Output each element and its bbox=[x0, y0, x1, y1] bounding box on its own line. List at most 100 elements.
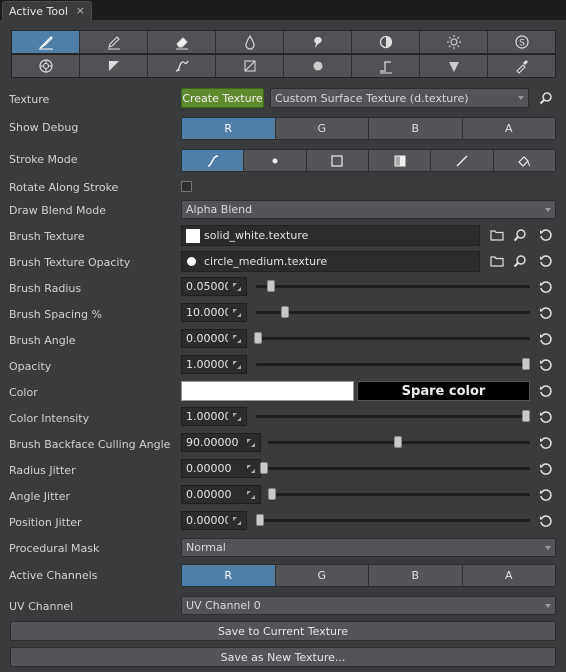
slider-value-field[interactable]: 0.00000 bbox=[181, 485, 261, 504]
show-debug-g[interactable]: G bbox=[275, 118, 369, 139]
texture-search-button[interactable] bbox=[538, 90, 554, 106]
slider-track[interactable] bbox=[256, 415, 530, 418]
primary-color-swatch[interactable] bbox=[181, 381, 354, 401]
slider-reset-button[interactable] bbox=[538, 461, 554, 477]
tool-eyedropper[interactable] bbox=[488, 55, 555, 77]
spinner-button[interactable] bbox=[242, 460, 260, 477]
brush-texture-opacity-field[interactable]: circle_medium.texture bbox=[181, 251, 480, 272]
slider-value-field[interactable]: 1.00000 bbox=[181, 407, 247, 426]
slider-track[interactable] bbox=[256, 311, 530, 314]
draw-blend-mode-dropdown[interactable]: Alpha Blend bbox=[181, 200, 556, 219]
stroke-mode-rect[interactable] bbox=[306, 150, 369, 171]
rotate-along-stroke-checkbox[interactable] bbox=[181, 181, 192, 192]
brush-texture-browse-button[interactable] bbox=[489, 227, 505, 243]
stroke-mode-fill[interactable] bbox=[368, 150, 432, 171]
slider-value-field[interactable]: 90.00000 bbox=[181, 433, 261, 452]
tool-curve[interactable] bbox=[148, 55, 216, 77]
tool-eraser[interactable] bbox=[148, 31, 216, 53]
tool-clone[interactable] bbox=[12, 55, 80, 77]
slider-track[interactable] bbox=[258, 519, 530, 522]
opacity-texture-reset-button[interactable] bbox=[538, 253, 554, 269]
tool-cone[interactable] bbox=[420, 55, 488, 77]
save-to-current-texture-button[interactable]: Save to Current Texture bbox=[10, 621, 556, 641]
channel-r[interactable]: R bbox=[182, 565, 276, 586]
opacity-texture-search-button[interactable] bbox=[512, 253, 528, 269]
slider-handle[interactable] bbox=[260, 462, 268, 474]
brush-texture-field[interactable]: solid_white.texture bbox=[181, 225, 480, 246]
spinner-button[interactable] bbox=[228, 330, 246, 347]
tool-blur[interactable] bbox=[216, 31, 284, 53]
slider-reset-button[interactable] bbox=[538, 487, 554, 503]
slider-value-field[interactable]: 0.00000 bbox=[181, 511, 247, 530]
tool-fill[interactable] bbox=[80, 55, 148, 77]
channel-b[interactable]: B bbox=[369, 565, 463, 586]
show-debug-r[interactable]: R bbox=[182, 118, 276, 139]
slider-value-field[interactable]: 0.05000 bbox=[181, 277, 247, 296]
slider-track[interactable] bbox=[262, 467, 530, 470]
tool-contrast[interactable] bbox=[352, 31, 420, 53]
stroke-mode-bucket[interactable] bbox=[493, 150, 555, 171]
tool-step[interactable] bbox=[352, 55, 420, 77]
tab-active-tool[interactable]: Active Tool × bbox=[2, 1, 92, 21]
slider-track[interactable] bbox=[256, 363, 530, 366]
tool-pencil[interactable] bbox=[80, 31, 148, 53]
stroke-mode-line[interactable] bbox=[431, 150, 494, 171]
tool-gradient[interactable] bbox=[216, 55, 284, 77]
slider-reset-button[interactable] bbox=[538, 513, 554, 529]
spinner-button[interactable] bbox=[242, 434, 260, 451]
spinner-button[interactable] bbox=[228, 304, 246, 321]
slider-reset-button[interactable] bbox=[538, 331, 554, 347]
stroke-mode-curve[interactable] bbox=[182, 150, 245, 171]
texture-dropdown[interactable]: Custom Surface Texture (d.texture) bbox=[270, 88, 529, 108]
slider-track[interactable] bbox=[256, 337, 530, 340]
slider-handle[interactable] bbox=[394, 436, 402, 448]
slider-value-field[interactable]: 1.00000 bbox=[181, 355, 247, 374]
tool-saturation[interactable]: S bbox=[488, 31, 555, 53]
slider-handle[interactable] bbox=[256, 514, 264, 526]
slider-reset-button[interactable] bbox=[538, 357, 554, 373]
uv-channel-dropdown[interactable]: UV Channel 0 bbox=[181, 596, 556, 615]
tool-smudge[interactable] bbox=[284, 31, 352, 53]
slider-handle[interactable] bbox=[254, 332, 262, 344]
spinner-button[interactable] bbox=[242, 486, 260, 503]
slider-handle[interactable] bbox=[522, 410, 530, 422]
stroke-mode-selector bbox=[181, 149, 556, 172]
tool-sphere[interactable] bbox=[284, 55, 352, 77]
stroke-mode-dot[interactable] bbox=[244, 150, 307, 171]
texture-label: Texture bbox=[9, 93, 50, 106]
opacity-texture-browse-button[interactable] bbox=[489, 253, 505, 269]
slider-handle[interactable] bbox=[268, 488, 276, 500]
slider-value-field[interactable]: 10.00000 bbox=[181, 303, 247, 322]
slider-reset-button[interactable] bbox=[538, 409, 554, 425]
slider-track[interactable] bbox=[270, 493, 530, 496]
channel-g[interactable]: G bbox=[275, 565, 369, 586]
spinner-button[interactable] bbox=[228, 278, 246, 295]
spinner-button[interactable] bbox=[228, 356, 246, 373]
brush-texture-reset-button[interactable] bbox=[538, 227, 554, 243]
save-as-new-texture-button[interactable]: Save as New Texture... bbox=[10, 647, 556, 667]
slider-reset-button[interactable] bbox=[538, 279, 554, 295]
create-texture-button[interactable]: Create Texture bbox=[181, 88, 264, 108]
show-debug-a[interactable]: A bbox=[462, 118, 555, 139]
slider-value-field[interactable]: 0.00000 bbox=[181, 459, 261, 478]
color-reset-button[interactable] bbox=[538, 383, 554, 399]
spinner-button[interactable] bbox=[228, 512, 246, 529]
spinner-button[interactable] bbox=[228, 408, 246, 425]
slider-handle[interactable] bbox=[522, 358, 530, 370]
tool-brightness[interactable] bbox=[420, 31, 488, 53]
slider-reset-button[interactable] bbox=[538, 435, 554, 451]
spare-color-swatch[interactable]: Spare color bbox=[357, 381, 530, 401]
slider-handle[interactable] bbox=[267, 280, 276, 292]
tab-close-icon[interactable]: × bbox=[76, 4, 85, 17]
slider-handle[interactable] bbox=[280, 306, 289, 318]
slider-value-field[interactable]: 0.00000 bbox=[181, 329, 247, 348]
slider-reset-button[interactable] bbox=[538, 305, 554, 321]
slider-track[interactable] bbox=[256, 285, 530, 288]
procedural-mask-dropdown[interactable]: Normal bbox=[181, 538, 556, 557]
spinner-arrows-icon bbox=[233, 282, 241, 291]
tool-grid-row-1: S bbox=[11, 30, 556, 54]
channel-a[interactable]: A bbox=[462, 565, 555, 586]
tool-brush[interactable] bbox=[12, 31, 80, 53]
brush-texture-search-button[interactable] bbox=[512, 227, 528, 243]
show-debug-b[interactable]: B bbox=[369, 118, 463, 139]
